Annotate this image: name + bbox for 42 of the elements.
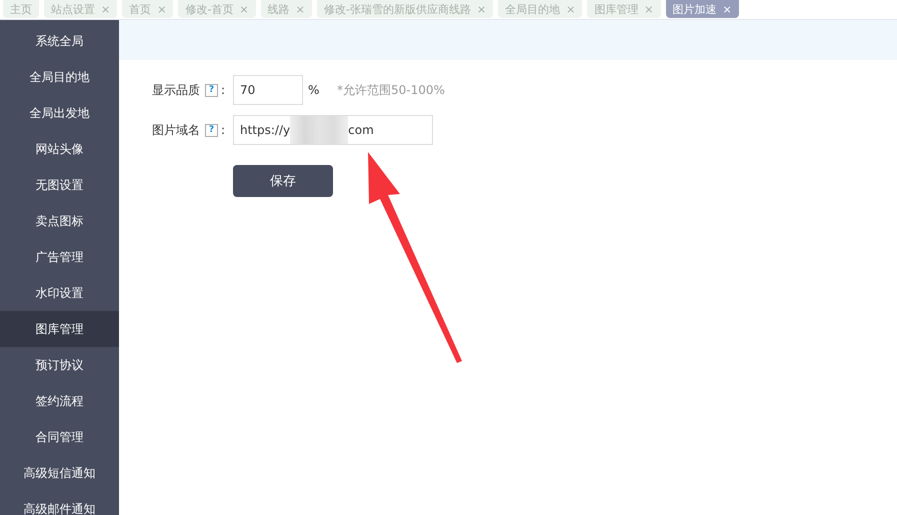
sidebar-item[interactable]: 广告管理 [0, 239, 119, 275]
colon: : [221, 123, 226, 137]
close-icon[interactable]: × [644, 2, 654, 16]
sidebar-item[interactable]: 水印设置 [0, 275, 119, 311]
sidebar-item[interactable]: 全局目的地 [0, 59, 119, 95]
close-icon[interactable]: × [476, 2, 486, 16]
tab[interactable]: 站点设置 × [44, 0, 118, 18]
range-hint: *允许范围50-100% [337, 82, 445, 98]
colon: : [221, 83, 226, 97]
close-icon[interactable]: × [157, 2, 166, 16]
tab[interactable]: 修改-张瑞雪的新版供应商线路 × [316, 0, 494, 18]
sidebar-item[interactable]: 图库管理 [0, 311, 119, 347]
tab[interactable]: 图片加速 × [666, 0, 739, 18]
tab[interactable]: 首页 × [122, 0, 174, 18]
close-icon[interactable]: × [101, 2, 110, 16]
tab[interactable]: 图库管理 × [587, 0, 660, 18]
tab[interactable]: 线路 × [260, 0, 312, 18]
sidebar-item[interactable]: 签约流程 [0, 383, 119, 419]
tab[interactable]: 全局目的地 × [498, 0, 582, 18]
sidebar-item[interactable]: 全局出发地 [0, 95, 119, 131]
field-label: 图片域名 [152, 122, 200, 138]
field-label: 显示品质 [152, 82, 200, 98]
sidebar-item[interactable]: 网站头像 [0, 131, 119, 167]
sidebar-item[interactable]: 无图设置 [0, 167, 119, 203]
tab[interactable]: 主页 [3, 0, 39, 18]
tab[interactable]: 修改-首页 × [178, 0, 256, 18]
help-icon[interactable]: ? [205, 124, 218, 136]
input-field[interactable]: 70 [233, 75, 303, 105]
close-icon[interactable]: × [722, 2, 732, 16]
close-icon[interactable]: × [296, 2, 305, 16]
close-icon[interactable]: × [239, 2, 249, 16]
save-button[interactable]: 保存 [233, 165, 333, 197]
sidebar-item[interactable]: 预订协议 [0, 347, 119, 383]
unit-label: % [308, 83, 320, 97]
close-icon[interactable]: × [566, 2, 576, 16]
sidebar-item[interactable]: 卖点图标 [0, 203, 119, 239]
help-icon[interactable]: ? [205, 84, 218, 96]
input-field[interactable]: https://y com [233, 115, 433, 145]
sidebar-item[interactable]: 高级短信通知 [0, 455, 119, 491]
sidebar-item[interactable]: 合同管理 [0, 419, 119, 455]
sidebar-item[interactable]: 高级邮件通知 [0, 491, 119, 515]
sidebar-item[interactable]: 系统全局 [0, 23, 119, 59]
